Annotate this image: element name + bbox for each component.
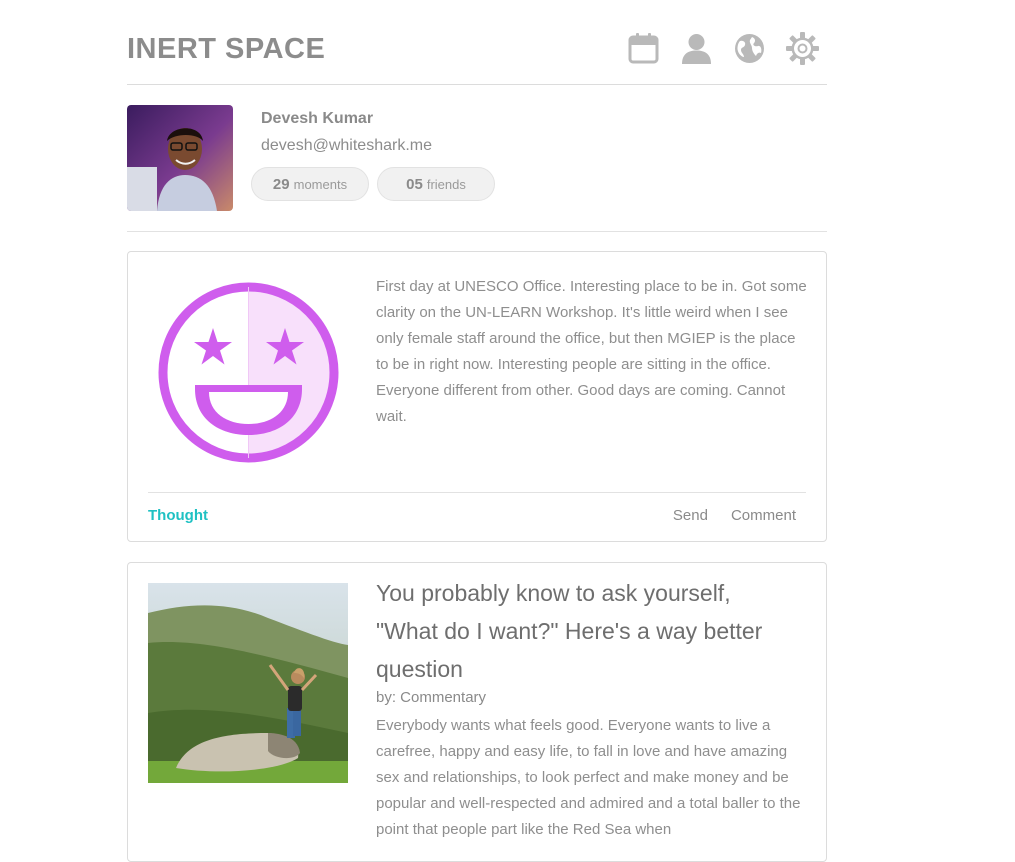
friends-button[interactable]: 05 friends — [377, 167, 495, 201]
moments-button[interactable]: 29 moments — [251, 167, 369, 201]
profile-name: Devesh Kumar — [261, 110, 374, 127]
post-actions: Send Comment — [673, 507, 796, 524]
moments-count: 29 — [272, 175, 290, 193]
thought-card: First day at UNESCO Office. Interesting … — [127, 251, 827, 542]
star-eyes-emoji-icon — [158, 282, 339, 463]
post-text: First day at UNESCO Office. Interesting … — [376, 278, 807, 425]
friends-count: 05 — [406, 175, 423, 193]
app-header: INERT SPACE — [127, 0, 827, 85]
article-title[interactable]: You probably know to ask yourself, "What… — [376, 574, 796, 688]
profile-stats: 29 moments 05 friends — [251, 167, 495, 201]
user-icon[interactable] — [680, 32, 713, 65]
globe-icon[interactable] — [733, 32, 766, 65]
article-card: You probably know to ask yourself, "What… — [127, 562, 827, 862]
article-body: Everybody wants what feels good. Everyon… — [376, 717, 801, 838]
comment-button[interactable]: Comment — [731, 507, 796, 524]
top-nav — [627, 32, 819, 65]
post-footer: Thought Send Comment — [148, 492, 806, 541]
avatar[interactable] — [127, 105, 233, 211]
friends-label: friends — [426, 176, 466, 192]
profile-section: Devesh Kumar devesh@whiteshark.me 29 mom… — [127, 85, 827, 232]
article-image[interactable] — [148, 583, 348, 783]
moments-label: moments — [293, 176, 348, 192]
app-title: INERT SPACE — [127, 33, 326, 65]
profile-email: devesh@whiteshark.me — [261, 137, 432, 154]
article-byline: by: Commentary — [376, 689, 487, 706]
gear-icon[interactable] — [786, 32, 819, 65]
send-button[interactable]: Send — [673, 507, 708, 524]
post-tag[interactable]: Thought — [148, 507, 208, 524]
main-column: INERT SPACE Devesh Kumar devesh@whitesha… — [127, 0, 827, 862]
calendar-icon[interactable] — [627, 32, 660, 65]
